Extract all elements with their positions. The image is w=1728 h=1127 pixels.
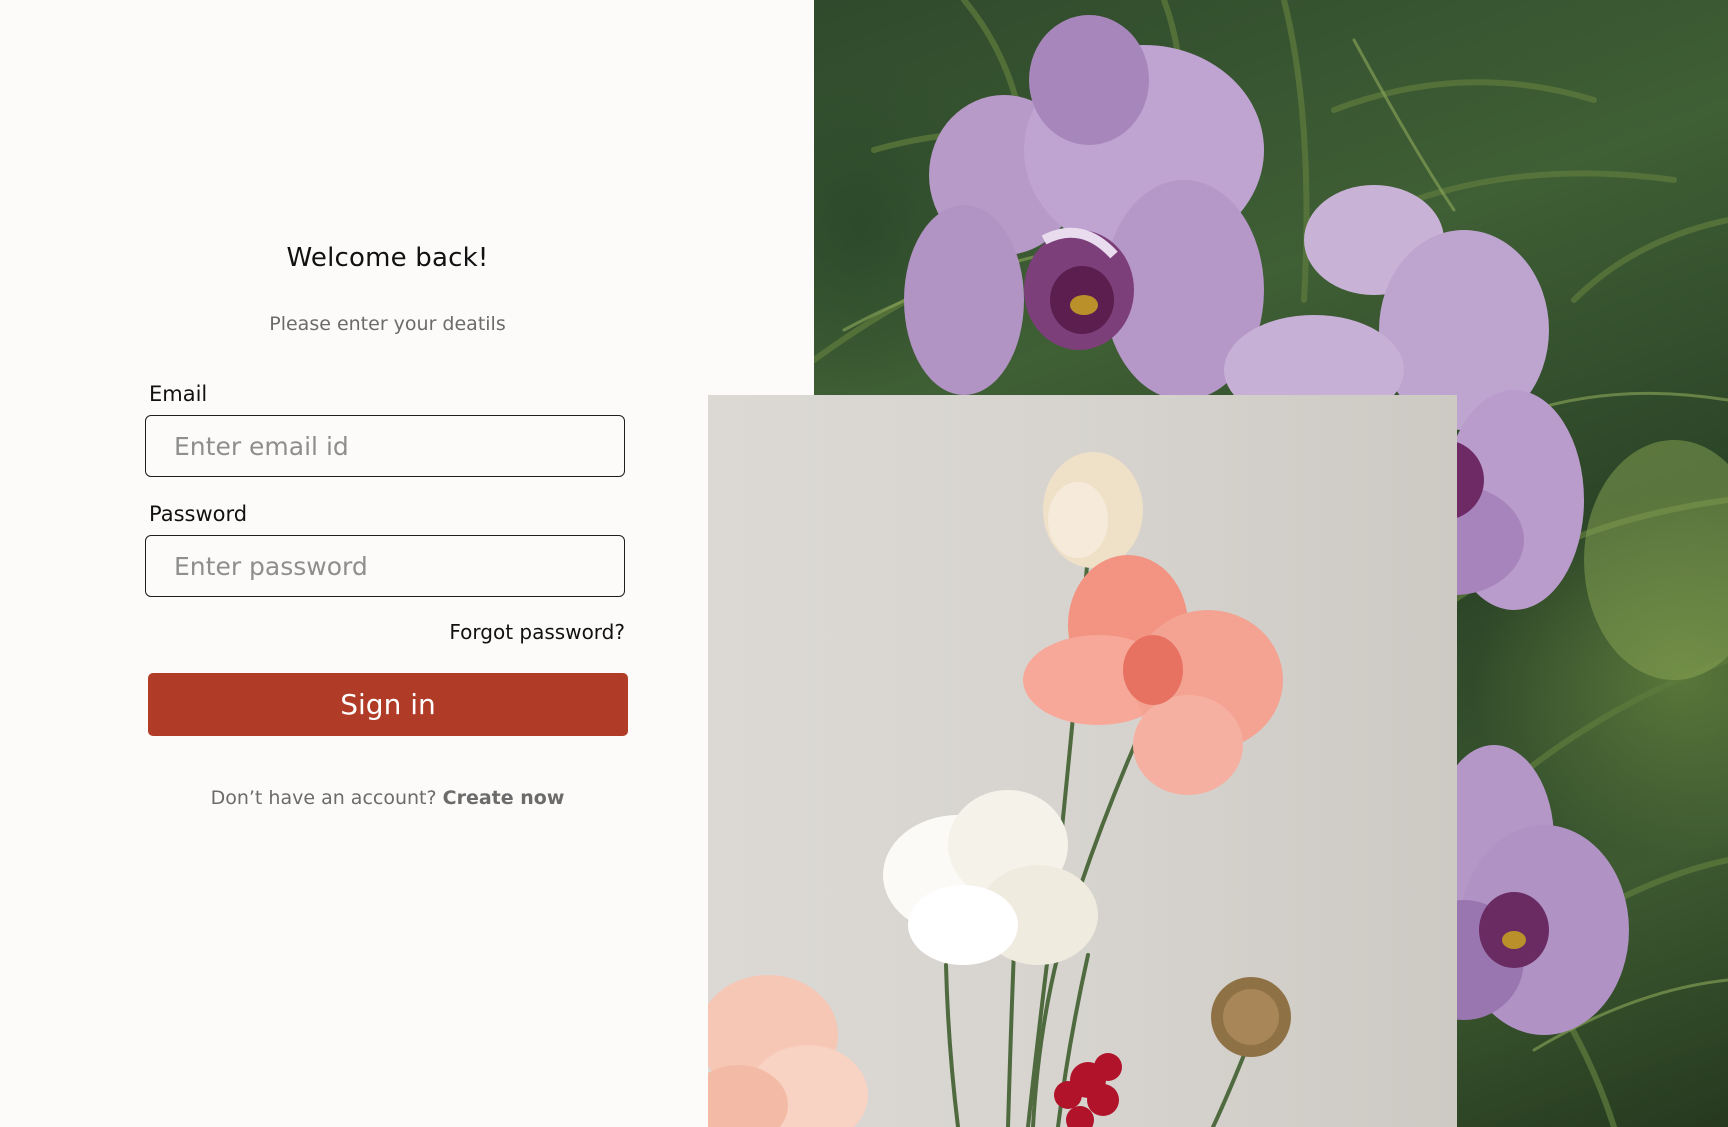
flower-photo [708,395,1457,1127]
signup-prompt-text: Don’t have an account? [210,787,437,809]
create-account-link[interactable]: Create now [443,787,565,809]
sign-in-button[interactable]: Sign in [148,673,628,736]
signup-prompt: Don’t have an account? Create now [145,787,630,809]
login-page: Welcome back! Please enter your deatils … [0,0,1728,1127]
email-field[interactable] [145,415,625,477]
forgot-password-link[interactable]: Forgot password? [449,620,625,644]
subtitle: Please enter your deatils [269,313,506,335]
page-title: Welcome back! [286,243,489,273]
login-form: Welcome back! Please enter your deatils … [145,0,630,1127]
password-field[interactable] [145,535,625,597]
password-label: Password [149,502,248,526]
email-label: Email [149,382,208,406]
